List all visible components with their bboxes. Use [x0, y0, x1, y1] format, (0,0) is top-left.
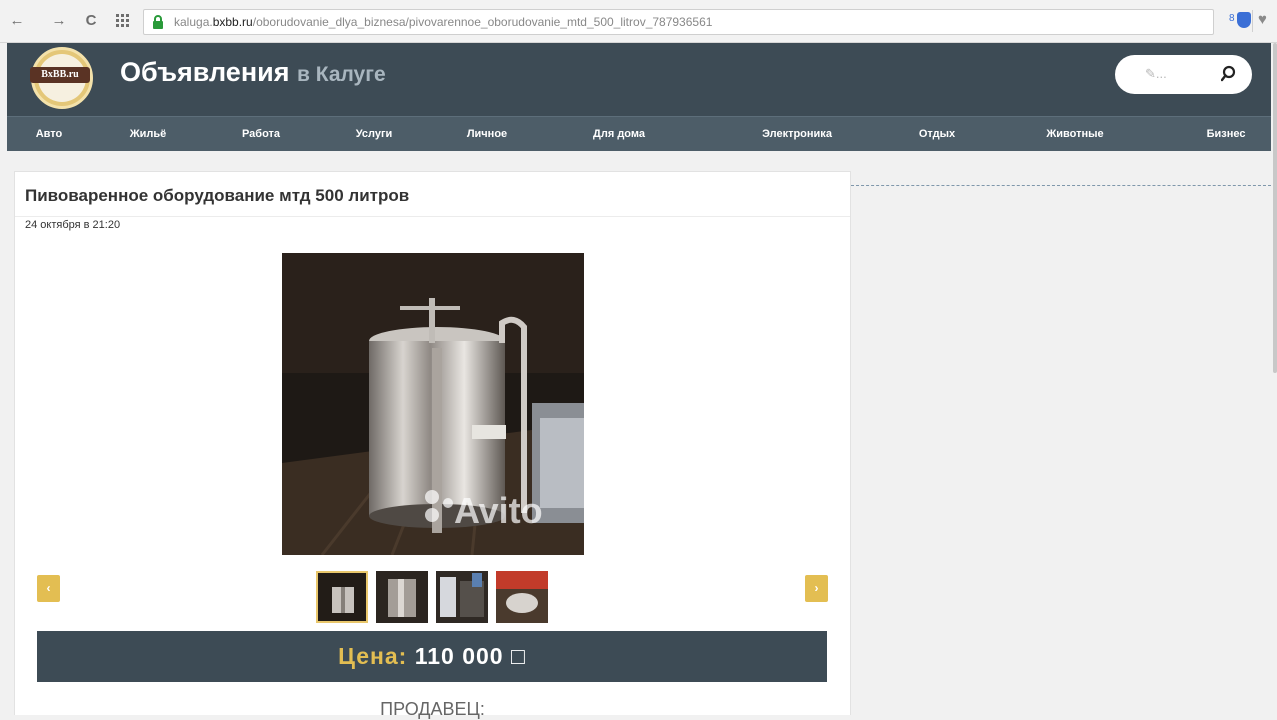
ad-title: Пивоваренное оборудование мтд 500 литров	[25, 186, 410, 205]
price-value: 110 000 □	[414, 643, 526, 669]
menu-item-auto[interactable]: Авто	[36, 117, 63, 151]
next-photo-button[interactable]: ›	[805, 575, 828, 602]
menu-item-home[interactable]: Для дома	[593, 117, 645, 151]
thumbnail-strip	[316, 571, 552, 625]
divider	[15, 216, 850, 217]
price-label: Цена:	[338, 643, 408, 669]
ad-card: Пивоваренное оборудование мтд 500 литров…	[14, 171, 851, 719]
shield-extension-icon[interactable]	[1237, 12, 1251, 28]
menu-item-jobs[interactable]: Работа	[242, 117, 280, 151]
address-bar[interactable]: kaluga.bxbb.ru/oborudovanie_dlya_biznesa…	[143, 9, 1214, 35]
search-input[interactable]: ✎...	[1115, 55, 1252, 94]
toolbar-divider	[1252, 10, 1253, 32]
page-scrollbar[interactable]	[1271, 43, 1277, 715]
forward-icon[interactable]: →	[49, 10, 69, 32]
thumbnail-4[interactable]	[496, 571, 548, 623]
search-icon[interactable]	[1221, 65, 1238, 82]
browser-toolbar: ← → C kaluga.bxbb.ru/oborudovanie_dlya_b…	[0, 0, 1277, 43]
apps-icon[interactable]	[116, 14, 129, 27]
main-photo[interactable]: Avito	[282, 253, 584, 555]
sidebar-divider	[851, 185, 1271, 186]
watermark-text: Avito	[454, 490, 543, 531]
site-title[interactable]: Объявления в Калуге	[120, 57, 386, 88]
seller-heading: ПРОДАВЕЦ:	[380, 699, 485, 719]
url-text: kaluga.bxbb.ru/oborudovanie_dlya_biznesa…	[174, 15, 713, 29]
category-menu: Авто Жильё Работа Услуги Личное Для дома…	[7, 116, 1277, 151]
search-placeholder: ✎...	[1145, 66, 1167, 81]
menu-item-housing[interactable]: Жильё	[130, 117, 167, 151]
menu-item-animals[interactable]: Животные	[1046, 117, 1103, 151]
menu-item-business[interactable]: Бизнес	[1207, 117, 1246, 151]
ad-date: 24 октября в 21:20	[25, 219, 121, 231]
menu-item-leisure[interactable]: Отдых	[919, 117, 955, 151]
price-bar: Цена: 110 000 □	[37, 631, 827, 682]
menu-item-electronics[interactable]: Электроника	[762, 117, 832, 151]
extension-count: 8	[1229, 13, 1235, 24]
scrollbar-thumb[interactable]	[1273, 43, 1277, 373]
reload-icon[interactable]: C	[81, 10, 101, 32]
menu-item-services[interactable]: Услуги	[356, 117, 393, 151]
site-header: BxBB.ru Объявления в Калуге ✎...	[7, 43, 1277, 116]
heart-icon[interactable]: ♥	[1258, 11, 1267, 28]
site-city: в Калуге	[297, 63, 386, 86]
lock-icon	[153, 15, 163, 29]
prev-photo-button[interactable]: ‹	[37, 575, 60, 602]
thumbnail-3[interactable]	[436, 571, 488, 623]
thumbnail-1[interactable]	[316, 571, 368, 623]
thumbnail-2[interactable]	[376, 571, 428, 623]
menu-item-personal[interactable]: Личное	[467, 117, 507, 151]
back-icon[interactable]: ←	[7, 10, 27, 32]
site-logo[interactable]: BxBB.ru	[30, 47, 93, 109]
